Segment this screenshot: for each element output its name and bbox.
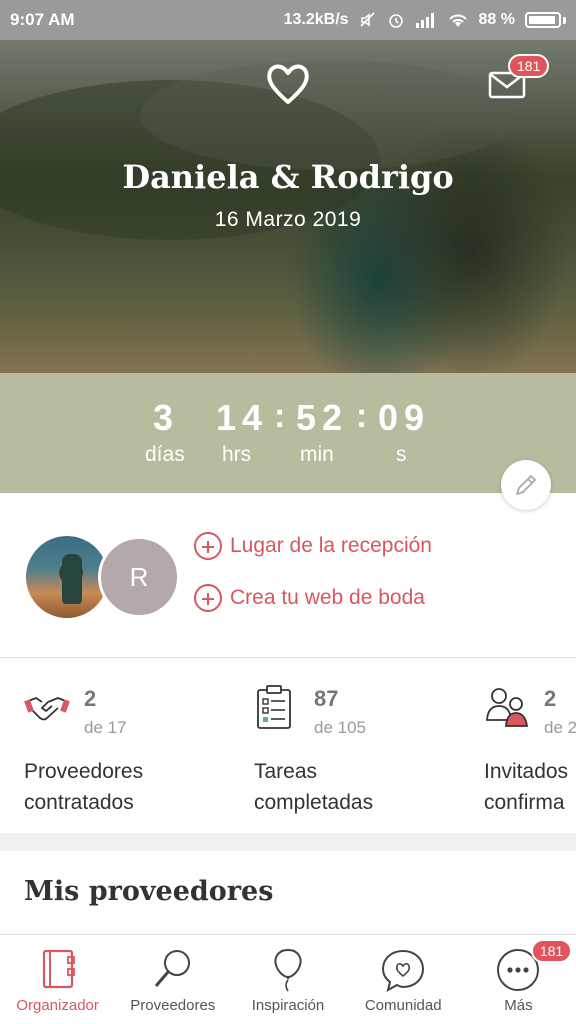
countdown-separator: : (356, 397, 368, 435)
stat-label-line: confirma (484, 791, 565, 814)
handshake-icon (24, 696, 70, 721)
nav-more-label: Más (504, 997, 533, 1014)
countdown-panel: 3 14 : 52 : 09 días hrs min s (0, 373, 576, 493)
stat-tasks-label: Tareas completadas (254, 756, 373, 818)
stat-tasks-total: de 105 (314, 718, 366, 737)
countdown-minutes-label: min (300, 443, 334, 466)
reception-venue-label: Lugar de la recepción (230, 534, 432, 557)
mute-icon (359, 12, 375, 27)
nav-inspiration-label: Inspiración (251, 997, 325, 1014)
countdown-separator: : (274, 397, 286, 435)
stat-guests-count: 2 (544, 686, 557, 711)
battery-icon (525, 12, 561, 28)
my-vendors-title: Mis proveedores (24, 876, 274, 907)
stat-vendors-total: de 17 (84, 718, 127, 737)
nav-community[interactable]: Comunidad (346, 935, 461, 1024)
section-spacer (0, 833, 576, 851)
nav-vendors-label: Proveedores (130, 997, 216, 1014)
nav-vendors[interactable]: Proveedores (115, 935, 230, 1024)
wifi-icon (448, 14, 467, 27)
network-speed: 13.2kB/s (283, 11, 349, 28)
magnifier-icon (154, 950, 190, 987)
stat-label-line: Proveedores (24, 760, 144, 783)
divider (0, 657, 576, 658)
reception-venue-link[interactable]: Lugar de la recepción (194, 532, 432, 560)
status-bar: 9:07 AM 13.2kB/s 88 % (0, 0, 576, 40)
countdown-seconds: 09 (378, 397, 431, 438)
partner-avatar[interactable]: R (98, 536, 180, 618)
status-time: 9:07 AM (10, 10, 75, 29)
create-wedding-web-label: Crea tu web de boda (230, 586, 425, 609)
add-circle-icon (194, 532, 222, 560)
hero-banner: 181 Daniela & Rodrigo 16 Marzo 2019 (0, 40, 576, 375)
chat-heart-icon (382, 949, 425, 992)
planner-book-icon (42, 949, 75, 989)
nav-organizer[interactable]: Organizador (0, 935, 115, 1024)
stat-tasks-count: 87 (314, 686, 339, 711)
stat-label-line: contratados (24, 791, 134, 814)
countdown-seconds-label: s (396, 443, 407, 466)
status-right: 13.2kB/s 88 % (284, 11, 566, 29)
more-badge: 181 (530, 939, 573, 963)
wedding-date: 16 Marzo 2019 (214, 208, 362, 231)
stat-label-line: Invitados (484, 760, 569, 783)
nav-more[interactable]: 181 Más (461, 935, 576, 1024)
clipboard-checklist-icon (257, 685, 291, 729)
countdown-days-label: días (145, 443, 185, 466)
create-wedding-web-link[interactable]: Crea tu web de boda (194, 584, 425, 612)
edit-button[interactable] (501, 460, 551, 510)
alarm-icon (388, 14, 403, 28)
heart-logo-icon (267, 64, 309, 104)
nav-organizer-label: Organizador (16, 997, 99, 1014)
nav-inspiration[interactable]: Inspiración (230, 935, 345, 1024)
battery-percent: 88 % (478, 11, 515, 28)
bottom-nav: Organizador Proveedores Inspiración Comu… (0, 934, 576, 1024)
stat-label-line: Tareas (254, 760, 318, 783)
countdown-hours-label: hrs (222, 443, 252, 466)
pencil-icon (516, 475, 536, 495)
signal-icon (415, 13, 434, 28)
countdown-minutes: 52 (296, 397, 349, 438)
stat-vendors-count: 2 (84, 686, 97, 711)
countdown-days: 3 (153, 397, 180, 438)
countdown-hours: 14 (216, 397, 269, 438)
balloon-icon (274, 948, 302, 992)
guests-icon (486, 688, 529, 727)
mail-badge: 181 (508, 54, 550, 78)
add-circle-icon (194, 584, 222, 612)
couple-names: Daniela & Rodrigo (122, 158, 454, 196)
stat-guests-total: de 2 (544, 718, 576, 737)
nav-community-label: Comunidad (364, 997, 442, 1014)
stat-vendors-label: Proveedores contratados (24, 756, 143, 818)
couple-avatar[interactable] (26, 536, 108, 618)
stat-guests-label: Invitados confirma (484, 756, 568, 818)
battery-tip (563, 16, 566, 24)
stat-label-line: completadas (254, 791, 374, 814)
